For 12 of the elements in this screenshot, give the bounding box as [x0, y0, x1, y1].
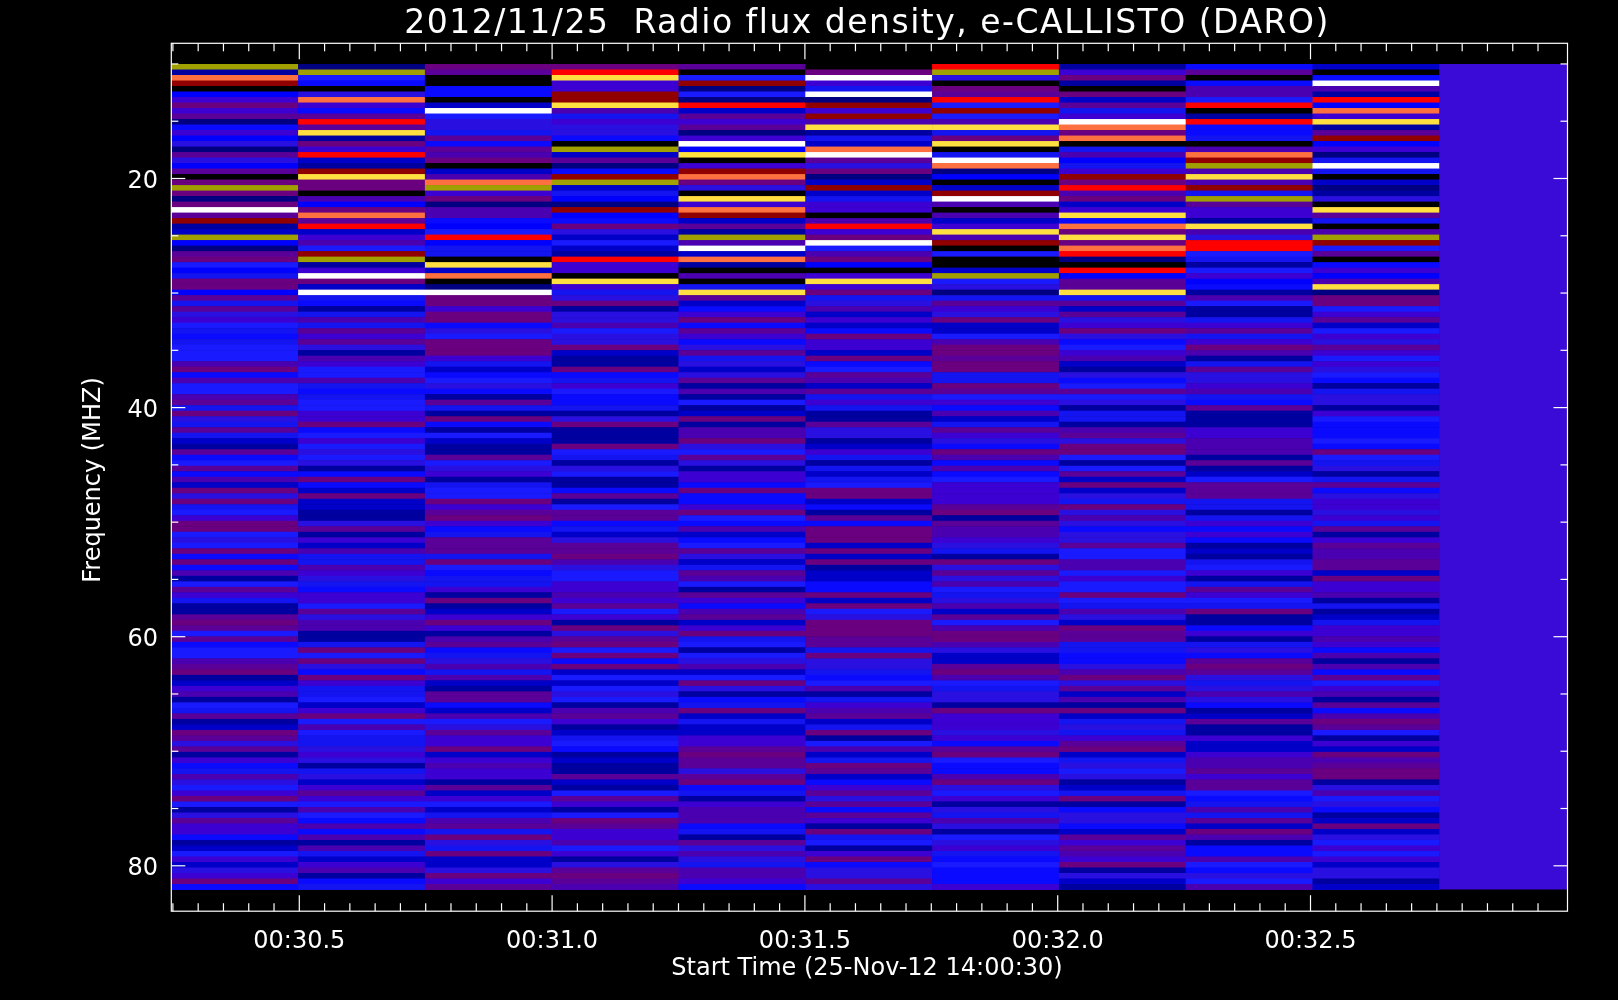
tick-label: 40: [127, 394, 158, 423]
tick-label: 20: [127, 165, 158, 194]
chart-title: 2012/11/25 Radio flux density, e-CALLISTO (DARO): [404, 2, 1330, 41]
tick-label: 80: [127, 852, 158, 881]
axis-title: Frequency (MHZ): [78, 377, 106, 583]
tick-label: 00:31.5: [758, 926, 851, 954]
tick-label: 60: [127, 623, 158, 652]
tick-label: 00:32.5: [1264, 926, 1357, 954]
tick-label: 00:31.0: [506, 926, 599, 954]
tick-label: 00:30.5: [253, 926, 346, 954]
axis-title: Start Time (25-Nov-12 14:00:30): [671, 953, 1063, 981]
tick-label: 00:32.0: [1011, 926, 1104, 954]
